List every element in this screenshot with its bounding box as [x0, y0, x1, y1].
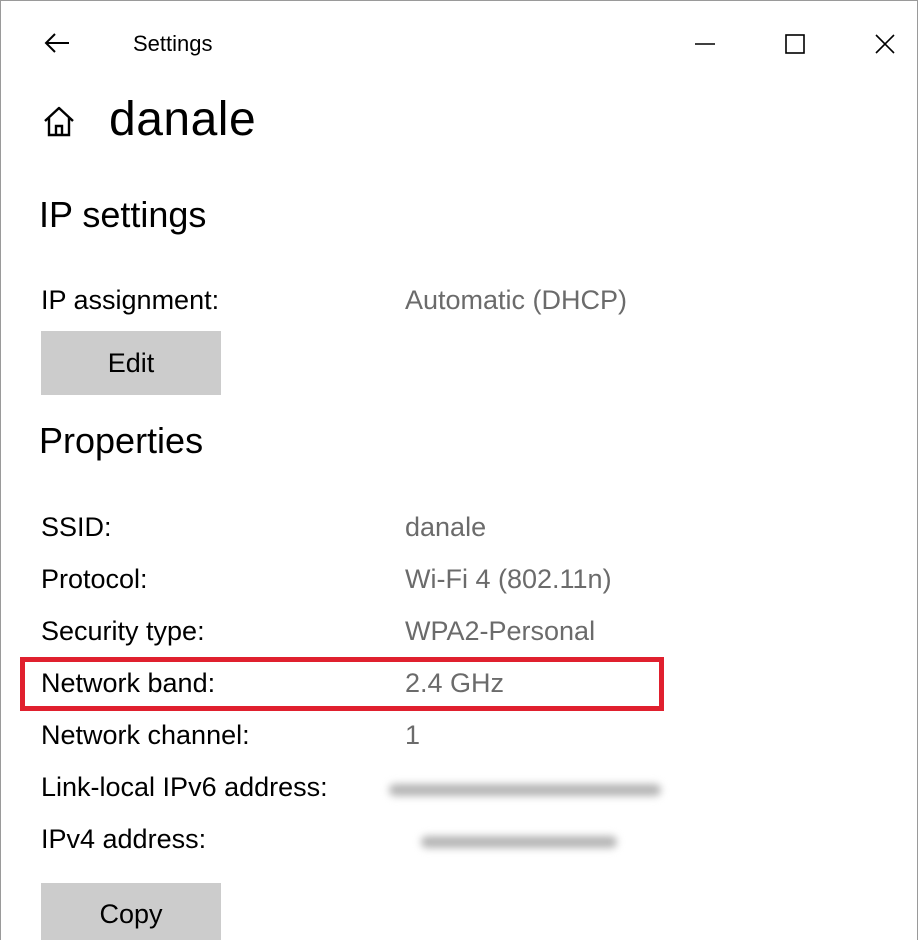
close-button[interactable]	[857, 19, 913, 69]
maximize-button[interactable]	[767, 19, 823, 69]
property-row-security-type: Security type: WPA2-Personal	[41, 611, 661, 651]
copy-button[interactable]: Copy	[41, 883, 221, 940]
arrow-left-icon	[44, 33, 69, 53]
ip-assignment-label: IP assignment:	[41, 284, 220, 315]
edit-button[interactable]: Edit	[41, 331, 221, 395]
home-icon	[44, 106, 74, 137]
app-title: Settings	[133, 31, 213, 56]
ip-assignment-row: IP assignment: Automatic (DHCP)	[41, 280, 661, 320]
ip-assignment-value: Automatic (DHCP)	[405, 284, 628, 315]
property-label: Network channel:	[41, 719, 250, 750]
minimize-icon	[695, 43, 715, 45]
property-value: Wi-Fi 4 (802.11n)	[405, 563, 612, 594]
close-icon	[875, 34, 895, 54]
maximize-icon	[785, 34, 805, 54]
property-value: WPA2-Personal	[405, 615, 596, 646]
property-label: Security type:	[41, 615, 205, 646]
blurred-ipv4-address	[421, 835, 617, 848]
title-bar: Settings	[1, 1, 917, 85]
property-value: danale	[405, 511, 487, 542]
property-row-link-local-ipv6: Link-local IPv6 address:	[41, 767, 661, 807]
settings-window: Settings danale IP settings IP assignmen…	[0, 0, 918, 940]
property-label: Protocol:	[41, 563, 148, 594]
page-title: danale	[109, 92, 257, 146]
blurred-ipv6-address	[389, 783, 661, 796]
property-row-protocol: Protocol: Wi-Fi 4 (802.11n)	[41, 559, 661, 599]
property-value: 1	[405, 719, 421, 750]
properties-heading: Properties	[39, 420, 204, 461]
property-row-network-channel: Network channel: 1	[41, 715, 661, 755]
property-label: IPv4 address:	[41, 823, 207, 854]
highlight-box	[20, 657, 664, 711]
property-label: Link-local IPv6 address:	[41, 771, 328, 802]
property-row-ssid: SSID: danale	[41, 507, 661, 547]
redacted-value	[381, 772, 661, 803]
back-button[interactable]	[37, 23, 77, 63]
redacted-value	[405, 824, 617, 855]
minimize-button[interactable]	[677, 19, 733, 69]
page-header: danale	[39, 89, 256, 149]
property-row-ipv4: IPv4 address:	[41, 819, 661, 859]
ip-settings-heading: IP settings	[39, 194, 207, 235]
property-label: SSID:	[41, 511, 112, 542]
